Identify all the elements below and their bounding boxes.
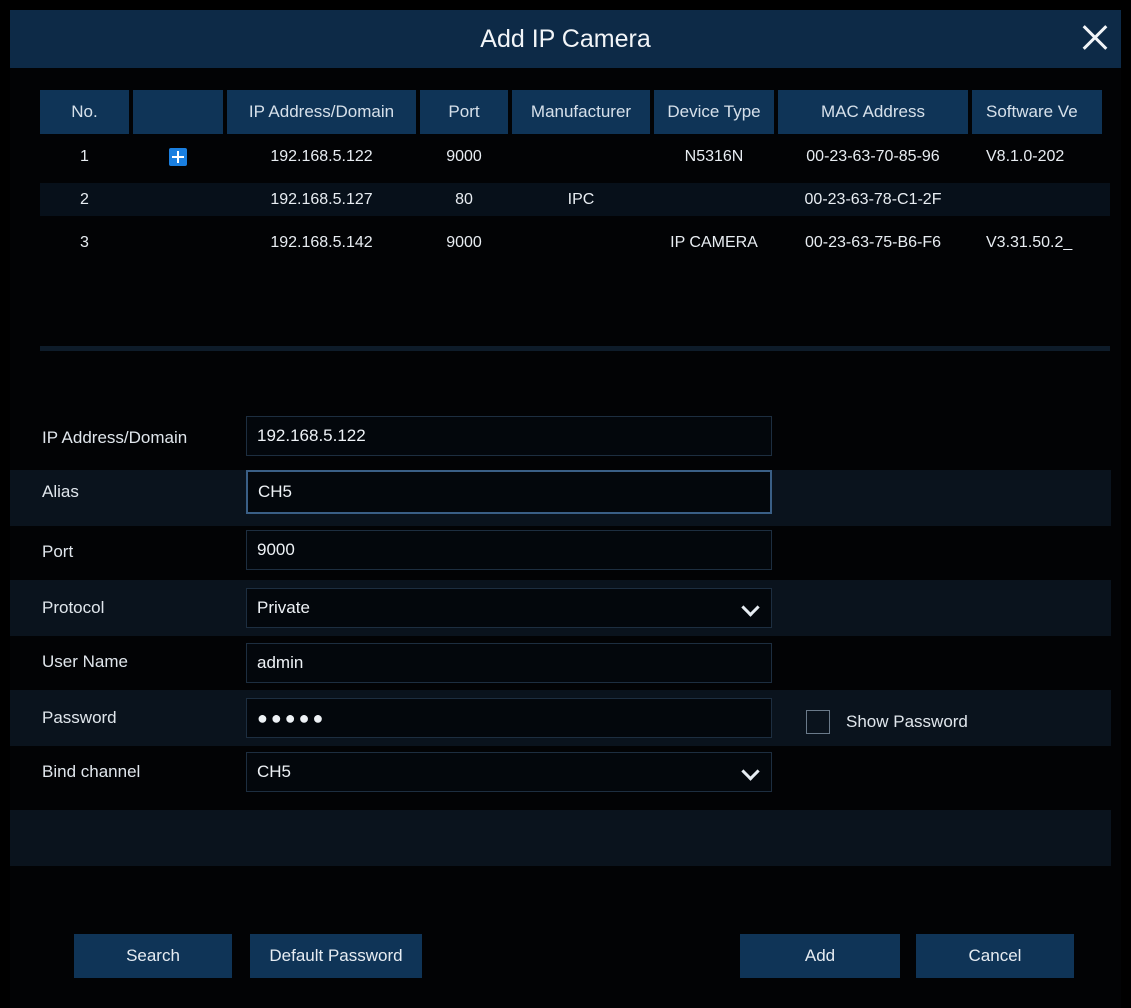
table-row[interactable]: 2 192.168.5.127 80 IPC 00-23-63-78-C1-2F (40, 183, 1110, 216)
cell-manufacturer: IPC (567, 190, 595, 208)
cell-software: V8.1.0-202 (986, 147, 1065, 165)
column-header-port[interactable]: Port (420, 90, 508, 134)
cell-mac: 00-23-63-70-85-96 (806, 147, 940, 165)
cell-add (133, 183, 223, 216)
cell-mac: 00-23-63-78-C1-2F (804, 190, 942, 208)
ip-address-label: IP Address/Domain (42, 428, 188, 447)
column-header-add (133, 90, 223, 134)
protocol-label: Protocol (42, 598, 105, 617)
cell-mac: 00-23-63-75-B6-F6 (804, 233, 942, 251)
column-header-manufacturer[interactable]: Manufacturer (512, 90, 650, 134)
title-bar: Add IP Camera (10, 10, 1121, 68)
device-table: No. IP Address/Domain Port Manufacturer … (40, 90, 1110, 360)
bind-channel-label: Bind channel (42, 762, 141, 781)
search-button[interactable]: Search (74, 934, 232, 978)
cell-no: 2 (80, 190, 89, 208)
username-label: User Name (42, 652, 128, 671)
chevron-down-icon[interactable] (741, 598, 760, 617)
protocol-value: Private (257, 598, 310, 617)
password-input[interactable]: ●●●●● (246, 698, 772, 738)
table-row[interactable]: 1 192.168.5.122 9000 N5316N 00-23-63-70-… (40, 140, 1110, 173)
cell-no: 1 (80, 147, 89, 165)
password-label: Password (42, 708, 117, 727)
table-scrollbar[interactable] (40, 346, 1110, 351)
default-password-button[interactable]: Default Password (250, 934, 422, 978)
column-header-software[interactable]: Software Ve (972, 90, 1102, 134)
column-header-ip[interactable]: IP Address/Domain (227, 90, 416, 134)
add-ip-camera-dialog: Add IP Camera No. IP Address/Domain Port… (10, 10, 1121, 1008)
port-label: Port (42, 542, 74, 561)
bind-channel-select[interactable]: CH5 (246, 752, 772, 792)
cell-port: 9000 (446, 147, 482, 165)
show-password-label: Show Password (846, 712, 968, 731)
cell-software (972, 183, 1102, 216)
port-value: 9000 (257, 540, 295, 559)
chevron-down-icon[interactable] (741, 762, 760, 781)
password-value: ●●●●● (257, 707, 327, 728)
cell-manufacturer (512, 226, 650, 259)
alias-value: CH5 (258, 482, 293, 501)
cell-ip: 192.168.5.142 (270, 233, 373, 251)
column-header-mac[interactable]: MAC Address (778, 90, 968, 134)
ip-address-input[interactable]: 192.168.5.122 (246, 416, 772, 456)
cell-software: V3.31.50.2_ (986, 233, 1073, 251)
cell-ip: 192.168.5.122 (270, 147, 373, 165)
row-stripe (10, 810, 1111, 866)
alias-input[interactable]: CH5 (246, 470, 772, 514)
show-password-checkbox[interactable]: Show Password (806, 710, 968, 734)
cell-port: 9000 (446, 233, 482, 251)
cancel-button[interactable]: Cancel (916, 934, 1074, 978)
cell-port: 80 (455, 190, 473, 208)
cell-manufacturer (512, 140, 650, 173)
column-header-device-type[interactable]: Device Type (654, 90, 774, 134)
protocol-select[interactable]: Private (246, 588, 772, 628)
cell-no: 3 (80, 233, 89, 251)
table-row[interactable]: 3 192.168.5.142 9000 IP CAMERA 00-23-63-… (40, 226, 1110, 259)
table-header: No. IP Address/Domain Port Manufacturer … (40, 90, 1106, 134)
bind-channel-value: CH5 (257, 762, 292, 781)
cell-device-type: IP CAMERA (670, 233, 758, 251)
alias-label: Alias (42, 482, 79, 501)
checkbox-box[interactable] (806, 710, 830, 734)
add-plus-icon[interactable] (169, 147, 187, 166)
cell-device-type (654, 183, 774, 216)
add-button[interactable]: Add (740, 934, 900, 978)
username-value: admin (257, 653, 304, 672)
cell-ip: 192.168.5.127 (270, 190, 373, 208)
username-input[interactable]: admin (246, 643, 772, 683)
cell-device-type: N5316N (684, 147, 744, 165)
cell-add (133, 226, 223, 259)
cell-add (133, 140, 223, 173)
ip-address-value: 192.168.5.122 (257, 426, 366, 445)
close-icon[interactable] (1075, 18, 1115, 58)
port-input[interactable]: 9000 (246, 530, 772, 570)
dialog-title: Add IP Camera (480, 24, 651, 53)
column-header-no[interactable]: No. (40, 90, 129, 134)
